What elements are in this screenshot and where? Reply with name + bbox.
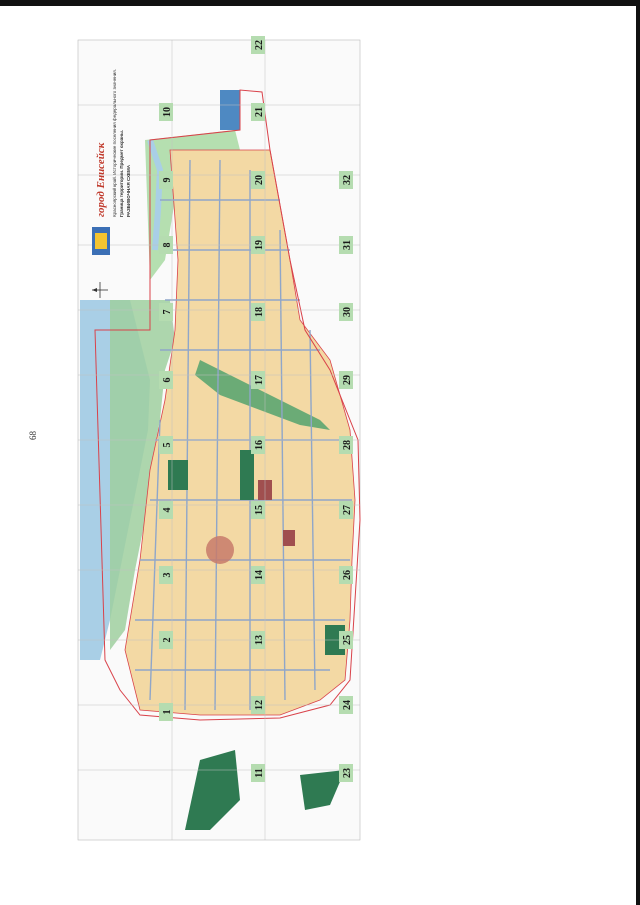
sheet-number-16: 16: [251, 436, 265, 454]
sheet-number-label: 7: [162, 310, 173, 315]
green-square-1: [240, 450, 254, 500]
sheet-number-label: 15: [254, 505, 265, 515]
sheet-number-25: 25: [339, 631, 353, 649]
sheet-number-label: 20: [254, 175, 265, 185]
sheet-number-8: 8: [159, 236, 173, 254]
sheet-number-24: 24: [339, 696, 353, 714]
sheet-number-23: 23: [339, 764, 353, 782]
sheet-number-label: 30: [342, 307, 353, 317]
sheet-number-label: 17: [254, 375, 265, 385]
sheet-number-6: 6: [159, 371, 173, 389]
sheet-number-5: 5: [159, 436, 173, 454]
sheet-number-12: 12: [251, 696, 265, 714]
sheet-number-label: 32: [342, 175, 353, 185]
sheet-number-label: 4: [162, 508, 173, 513]
sheet-number-9: 9: [159, 171, 173, 189]
sheet-number-32: 32: [339, 171, 353, 189]
sheet-number-26: 26: [339, 566, 353, 584]
sheet-number-label: 6: [162, 378, 173, 383]
sheet-number-21: 21: [251, 103, 265, 121]
emblem-icon-inner: [95, 233, 107, 249]
sheet-number-label: 19: [254, 240, 265, 250]
sheet-number-label: 22: [254, 40, 265, 50]
sheet-number-18: 18: [251, 303, 265, 321]
sheet-number-3: 3: [159, 566, 173, 584]
sheet-number-label: 3: [162, 573, 173, 578]
lake-area: [220, 90, 240, 130]
sheet-number-27: 27: [339, 501, 353, 519]
sheet-number-29: 29: [339, 371, 353, 389]
sheet-number-label: 27: [342, 505, 353, 515]
sheet-number-label: 25: [342, 635, 353, 645]
sheet-number-22: 22: [251, 36, 265, 54]
map-subtitle-1: Красноярский край. Исторические поселени…: [111, 69, 117, 217]
sheet-number-label: 26: [342, 570, 353, 580]
sheet-number-20: 20: [251, 171, 265, 189]
sheet-number-31: 31: [339, 236, 353, 254]
map-subtitle-2: Граница территории. Предмет охраны.: [119, 130, 124, 217]
sheet-number-label: 8: [162, 243, 173, 248]
sheet-number-label: 12: [254, 700, 265, 710]
landmark-block-2: [283, 530, 295, 546]
central-square: [206, 536, 234, 564]
sheet-number-10: 10: [159, 103, 173, 121]
sheet-number-4: 4: [159, 501, 173, 519]
sheet-number-2: 2: [159, 631, 173, 649]
sheet-number-17: 17: [251, 371, 265, 389]
sheet-number-label: 14: [254, 570, 265, 580]
sheet-number-label: 9: [162, 178, 173, 183]
sheet-number-7: 7: [159, 303, 173, 321]
sheet-number-label: 23: [342, 768, 353, 778]
city-map: город Енисейск Красноярский край. Истори…: [77, 36, 361, 841]
sheet-number-label: 1: [162, 710, 173, 715]
map-subtitle-3: РАЗБИВОЧНАЯ СХЕМА: [126, 164, 131, 217]
sheet-number-label: 2: [162, 638, 173, 643]
sheet-number-13: 13: [251, 631, 265, 649]
sheet-number-label: 18: [254, 307, 265, 317]
sheet-number-label: 16: [254, 440, 265, 450]
map-title: город Енисейск: [95, 142, 107, 217]
sheet-number-30: 30: [339, 303, 353, 321]
sheet-number-1: 1: [159, 703, 173, 721]
sheet-number-15: 15: [251, 501, 265, 519]
sheet-number-11: 11: [251, 764, 265, 782]
sheet-number-label: 29: [342, 375, 353, 385]
sheet-number-label: 21: [254, 107, 265, 117]
sheet-number-label: 13: [254, 635, 265, 645]
sheet-number-label: 28: [342, 440, 353, 450]
sheet-number-label: 24: [342, 700, 353, 710]
sheet-number-label: 5: [162, 443, 173, 448]
sheet-number-19: 19: [251, 236, 265, 254]
green-square-2: [168, 460, 188, 490]
sheet-number-14: 14: [251, 566, 265, 584]
sheet-number-label: 31: [342, 240, 353, 250]
sheet-number-label: 11: [254, 768, 265, 777]
sheet-number-label: 10: [162, 107, 173, 117]
sheet-number-28: 28: [339, 436, 353, 454]
